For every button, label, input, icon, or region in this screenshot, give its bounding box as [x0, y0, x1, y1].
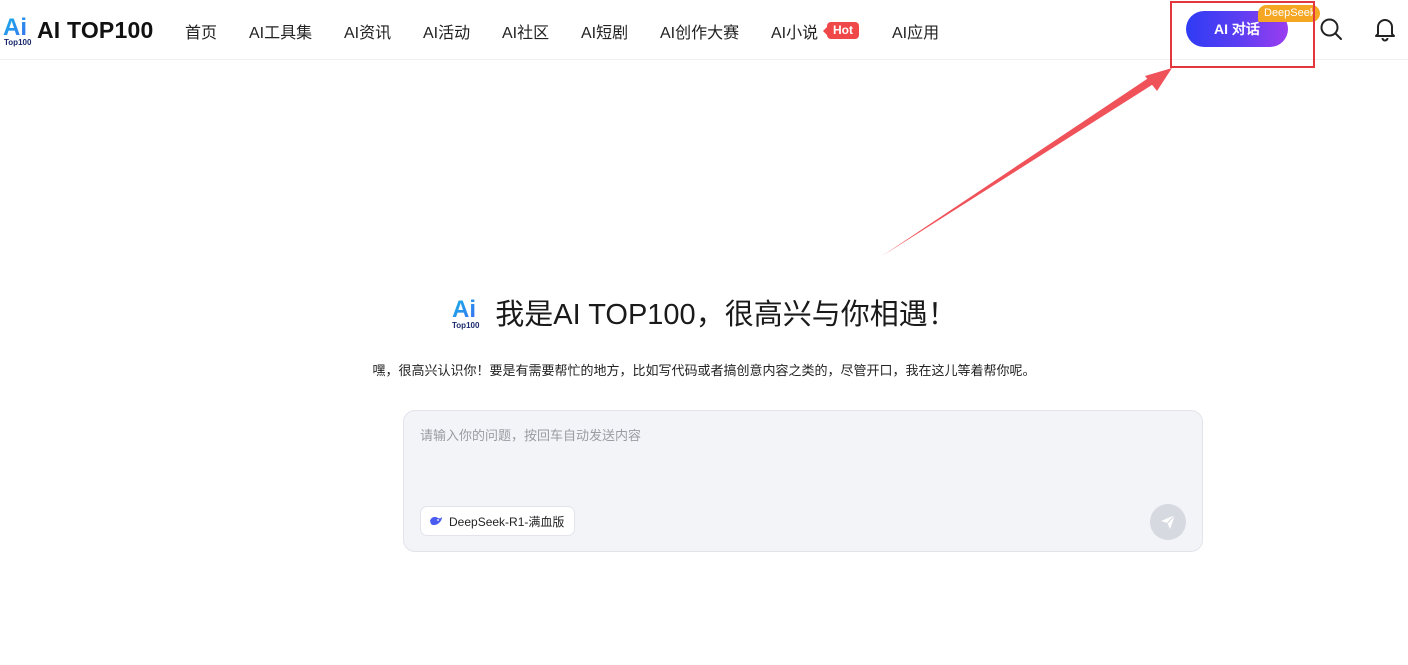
nav-home[interactable]: 首页: [185, 19, 217, 43]
top-header: Ai Top100 AI TOP100 首页 AI工具集 AI资讯 AI活动 A…: [0, 0, 1408, 60]
nav-ai-contest[interactable]: AI创作大赛: [660, 19, 739, 43]
svg-text:Ai: Ai: [3, 14, 27, 41]
svg-text:Top100: Top100: [452, 321, 480, 330]
chat-input[interactable]: [420, 425, 1180, 495]
logo-mark-icon: Ai Top100: [2, 13, 32, 47]
hero-title: Ai Top100 我是AI TOP100，很高兴与你相遇！: [0, 290, 1408, 334]
nav-ai-news[interactable]: AI资讯: [344, 19, 391, 43]
deepseek-tag: DeepSeek: [1258, 5, 1320, 22]
hot-badge: Hot: [823, 22, 859, 39]
hero-logo-icon: Ai Top100: [451, 294, 481, 330]
svg-text:Top100: Top100: [4, 38, 32, 47]
page: Ai Top100 AI TOP100 首页 AI工具集 AI资讯 AI活动 A…: [0, 0, 1408, 665]
site-logo[interactable]: Ai Top100 AI TOP100: [2, 12, 153, 48]
nav-ai-events[interactable]: AI活动: [423, 19, 470, 43]
send-button[interactable]: [1150, 504, 1186, 540]
logo-text: AI TOP100: [37, 16, 154, 43]
nav-ai-novel[interactable]: AI小说: [771, 19, 818, 43]
hero-subtitle: 嘿，很高兴认识你！要是有需要帮忙的地方，比如写代码或者搞创意内容之类的，尽管开口…: [372, 363, 1036, 378]
search-icon[interactable]: [1318, 16, 1344, 42]
hero-title-text: 我是AI TOP100，很高兴与你相遇！: [495, 299, 957, 331]
nav-ai-tools[interactable]: AI工具集: [249, 19, 312, 43]
deepseek-whale-icon: [430, 517, 442, 526]
model-selector-label: DeepSeek-R1-满血版: [449, 514, 565, 529]
svg-text:Ai: Ai: [452, 296, 476, 323]
send-icon: [1161, 514, 1176, 529]
nav-ai-apps[interactable]: AI应用: [892, 19, 939, 43]
model-selector[interactable]: DeepSeek-R1-满血版: [420, 506, 576, 536]
chat-input-box: DeepSeek-R1-满血版: [403, 410, 1203, 552]
nav-ai-short-drama[interactable]: AI短剧: [581, 19, 628, 43]
bell-icon[interactable]: [1372, 16, 1398, 42]
nav-ai-community[interactable]: AI社区: [502, 19, 549, 43]
